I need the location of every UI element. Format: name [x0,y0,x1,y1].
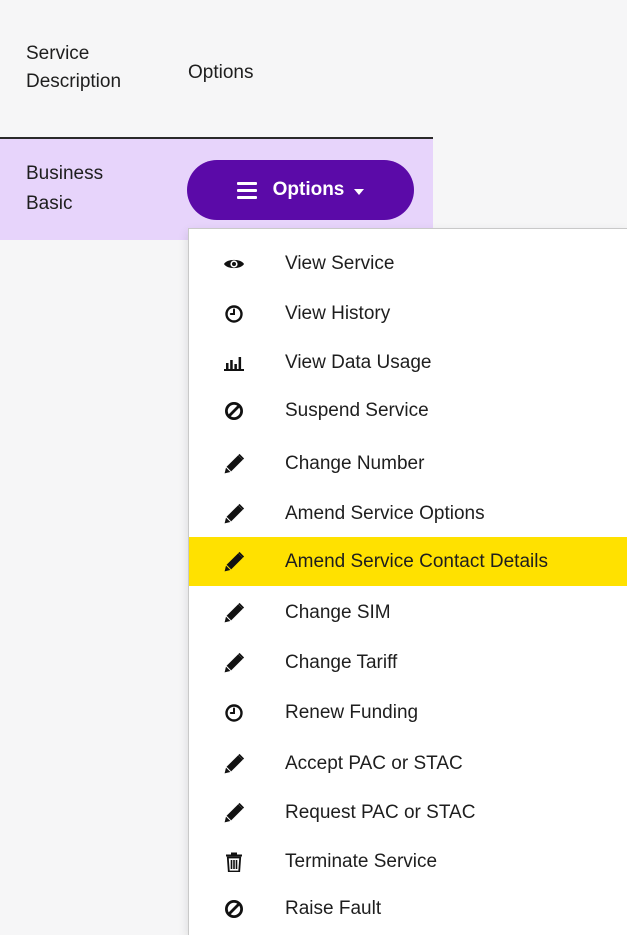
menu-item[interactable]: Request PAC or STAC [189,788,627,837]
trash-icon [223,851,245,873]
menu-item[interactable]: View Data Usage [189,338,627,387]
menu-item-label: Change SIM [285,601,391,623]
menu-item[interactable]: Change Number [189,439,627,488]
menu-item-label: Renew Funding [285,701,419,723]
menu-item[interactable]: Suspend Service [189,386,627,435]
hamburger-menu-icon [236,181,257,199]
menu-item[interactable]: View Service [189,239,627,288]
pencil-icon [223,652,245,674]
menu-item-label: Suspend Service [285,399,429,421]
menu-item-label: Raise Fault [285,897,382,919]
options-button-label: Options [272,179,345,200]
menu-item-label: View Data Usage [285,351,432,373]
column-header-service-description: Service Description [26,40,156,96]
caret-down-icon [354,188,365,195]
menu-item[interactable]: Accept PAC or STAC [189,739,627,788]
page: Service Description Options Business Bas… [0,0,627,935]
menu-item[interactable]: Amend Service Contact Details [189,537,627,586]
clock-icon [223,303,245,325]
pencil-icon [223,503,245,525]
menu-item[interactable]: View History [189,289,627,338]
column-header-service-description-text: Service Description [26,43,122,92]
service-description-cell: Business Basic [26,159,136,219]
ban-icon [223,400,245,422]
column-header-options: Options [188,62,254,83]
menu-item-label: View History [285,302,391,324]
ban-icon [223,898,245,920]
bar-chart-icon [223,352,245,374]
service-description-text: Business Basic [26,163,104,214]
eye-icon [223,253,245,275]
pencil-icon [223,551,245,573]
menu-item-label: Request PAC or STAC [285,801,476,823]
menu-item[interactable]: Terminate Service [189,837,627,886]
pencil-icon [223,753,245,775]
pencil-icon [223,453,245,475]
pencil-icon [223,802,245,824]
menu-item-label: Change Tariff [285,651,398,673]
pencil-icon [223,602,245,624]
menu-item-label: Accept PAC or STAC [285,752,463,774]
menu-item[interactable]: Raise Fault [189,884,627,933]
menu-item-label: Change Number [285,452,425,474]
menu-item[interactable]: Change SIM [189,588,627,637]
menu-item-label: Amend Service Options [285,502,485,524]
menu-item-label: Amend Service Contact Details [285,550,548,572]
menu-item[interactable]: Change Tariff [189,638,627,687]
menu-item[interactable]: Renew Funding [189,688,627,737]
menu-item-label: View Service [285,252,395,274]
options-dropdown-menu: View Service View History View Data Usage S… [188,228,627,935]
clock-icon [223,702,245,724]
menu-item-label: Terminate Service [285,850,438,872]
options-dropdown-button[interactable]: Options [187,160,414,220]
menu-item[interactable]: Amend Service Options [189,489,627,538]
table-row[interactable]: Business Basic Options [0,139,433,240]
